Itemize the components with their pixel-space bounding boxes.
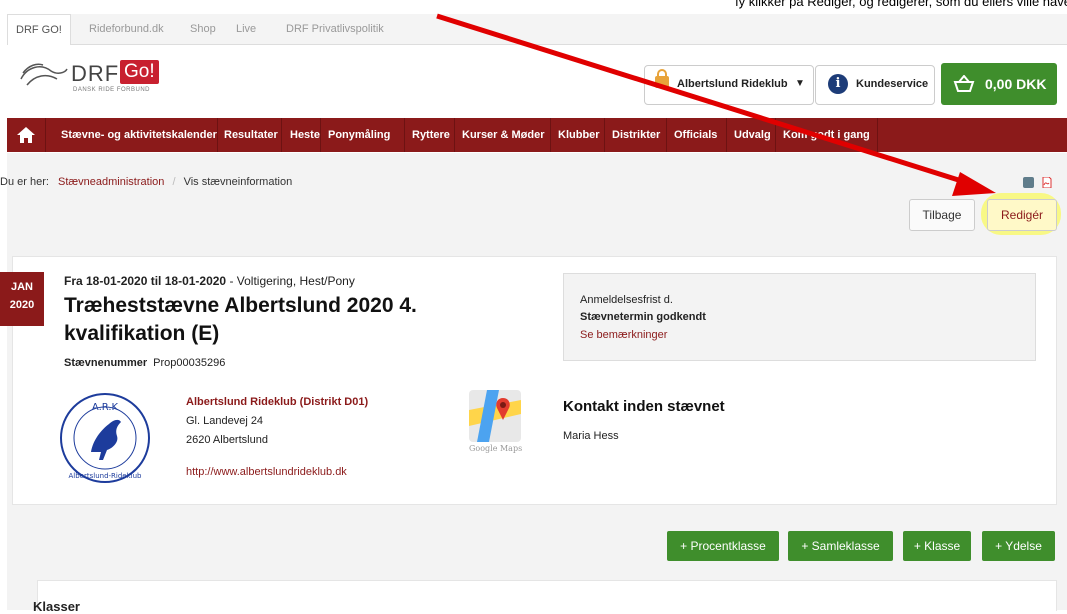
customer-service-button[interactable]: i Kundeservice: [815, 65, 935, 105]
nav-districts[interactable]: Distrikter: [612, 118, 660, 152]
customer-service-label: Kundeservice: [856, 78, 929, 90]
tab-rideforbund[interactable]: Rideforbund.dk: [89, 14, 164, 44]
pdf-icon[interactable]: [1041, 176, 1052, 188]
date-badge: JAN 2020: [0, 272, 44, 326]
club-url-link[interactable]: http://www.albertslundrideklub.dk: [186, 463, 368, 482]
google-maps-icon[interactable]: [469, 390, 521, 442]
club-city: 2620 Albertslund: [186, 434, 268, 446]
tab-live[interactable]: Live: [236, 14, 256, 44]
back-button[interactable]: Tilbage: [909, 199, 975, 231]
tab-drf-go[interactable]: DRF GO!: [7, 14, 71, 45]
info-icon: i: [828, 74, 848, 94]
tab-shop[interactable]: Shop: [190, 14, 216, 44]
add-collective-class-button[interactable]: + Samleklasse: [788, 531, 893, 561]
status-label: Stævnetermin godkendt: [580, 311, 706, 323]
contact-title: Kontakt inden stævnet: [563, 398, 725, 415]
contact-name: Maria Hess: [563, 430, 619, 442]
nav-horses[interactable]: Heste: [290, 118, 320, 152]
remarks-link[interactable]: Se bemærkninger: [580, 329, 667, 341]
event-number-value: Prop00035296: [153, 357, 226, 369]
breadcrumb: Du er her: Stævneadministration / Vis st…: [0, 176, 292, 188]
add-class-button[interactable]: + Klasse: [903, 531, 971, 561]
date-year: 2020: [9, 299, 35, 311]
cart-total: 0,00 DKK: [985, 76, 1047, 92]
home-icon[interactable]: [7, 118, 45, 152]
breadcrumb-item-admin[interactable]: Stævneadministration: [58, 176, 164, 188]
main-nav: Stævne- og aktivitetskalender Resultater…: [7, 118, 1067, 152]
club-info: Albertslund Rideklub (Distrikt D01) Gl. …: [186, 393, 368, 482]
document-icons: [1019, 176, 1052, 188]
classes-section-title: Klasser: [33, 599, 80, 614]
status-box: Anmeldelsesfrist d. Stævnetermin godkend…: [563, 273, 1036, 361]
event-title: Træheststævne Albertslund 2020 4. kvalif…: [64, 294, 417, 345]
club-selector-label: Albertslund Rideklub: [677, 78, 788, 90]
add-service-button[interactable]: + Ydelse: [982, 531, 1055, 561]
club-logo-ring-text: Albertslund-Rideklub: [69, 472, 143, 480]
nav-get-started[interactable]: Kom godt i gang: [783, 118, 870, 152]
nav-clubs[interactable]: Klubber: [558, 118, 600, 152]
logo-go-text: Go!: [120, 60, 159, 84]
classes-card: [37, 580, 1057, 611]
top-tabs: DRF GO! Rideforbund.dk Shop Live DRF Pri…: [7, 14, 1067, 45]
event-dates: Fra 18-01-2020 til 18-01-2020: [64, 274, 227, 288]
instruction-note: ıy klikker på Redigér, og redigerer, som…: [0, 0, 1067, 12]
club-logo-initials: A.R.K: [92, 402, 119, 413]
deadline-label: Anmeldelsesfrist d.: [580, 294, 673, 306]
breadcrumb-prefix: Du er her:: [0, 176, 49, 188]
site-header: DRF Go! DANSK RIDE FORBUND Albertslund R…: [7, 45, 1067, 117]
logo-drf-text: DRF: [71, 61, 120, 86]
event-number: Stævnenummer Prop00035296: [64, 357, 225, 369]
club-name-link[interactable]: Albertslund Rideklub (Distrikt D01): [186, 393, 368, 412]
horse-head-logo-icon: [20, 63, 68, 86]
basket-icon: [953, 75, 975, 92]
nav-results[interactable]: Resultater: [224, 118, 278, 152]
breadcrumb-separator: /: [172, 176, 176, 188]
lock-icon: [655, 69, 669, 88]
edit-button[interactable]: Redigér: [987, 199, 1057, 231]
club-selector[interactable]: Albertslund Rideklub ▼: [644, 65, 814, 105]
event-number-label: Stævnenummer: [64, 357, 148, 369]
event-type: - Voltigering, Hest/Pony: [226, 274, 355, 288]
club-address: Gl. Landevej 24: [186, 415, 264, 427]
export-icon[interactable]: [1023, 176, 1034, 188]
logo-subtitle: DANSK RIDE FORBUND: [73, 87, 151, 93]
nav-riders[interactable]: Ryttere: [412, 118, 450, 152]
cart-button[interactable]: 0,00 DKK: [941, 63, 1057, 105]
google-maps-label: Google Maps: [469, 444, 523, 453]
drf-go-logo[interactable]: DRF Go! DANSK RIDE FORBUND: [17, 53, 187, 93]
club-logo-icon: A.R.K Albertslund-Rideklub: [60, 393, 150, 483]
nav-officials[interactable]: Officials: [674, 118, 717, 152]
nav-committees[interactable]: Udvalg: [734, 118, 771, 152]
tab-privacy[interactable]: DRF Privatlivspolitik: [286, 14, 384, 44]
chevron-down-icon: ▼: [795, 78, 805, 89]
breadcrumb-item-current: Vis stævneinformation: [183, 176, 293, 188]
date-month: JAN: [10, 281, 33, 293]
instruction-text: ıy klikker på Redigér, og redigerer, som…: [735, 0, 1067, 9]
event-date-range: Fra 18-01-2020 til 18-01-2020 - Voltiger…: [64, 274, 355, 288]
add-percent-class-button[interactable]: + Procentklasse: [667, 531, 779, 561]
nav-courses[interactable]: Kurser & Møder: [462, 118, 545, 152]
nav-pony-measurement[interactable]: Ponymåling: [328, 118, 390, 152]
nav-calendar[interactable]: Stævne- og aktivitetskalender: [61, 118, 217, 152]
